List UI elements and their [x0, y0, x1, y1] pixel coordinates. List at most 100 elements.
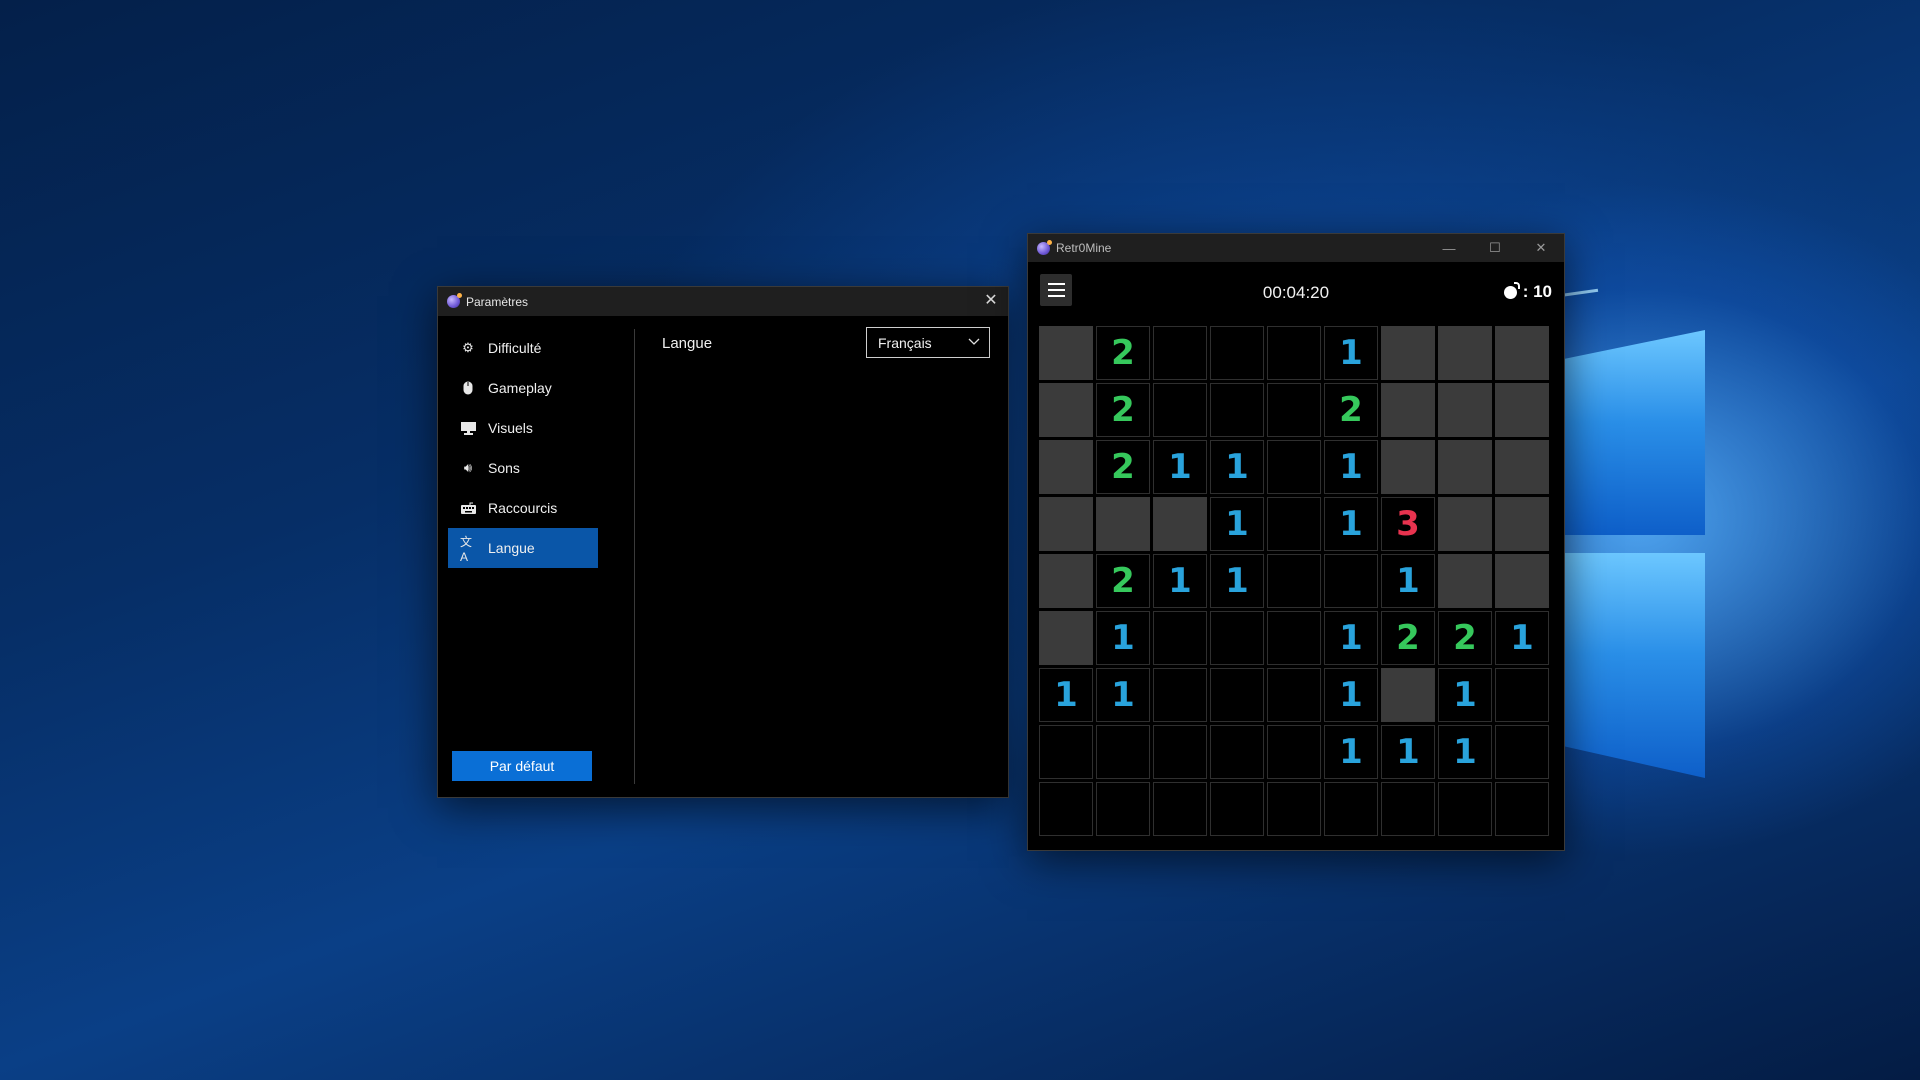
board-cell[interactable]: [1438, 782, 1492, 836]
board-cell[interactable]: 1: [1324, 326, 1378, 380]
minimize-button[interactable]: —: [1426, 234, 1472, 262]
board-cell[interactable]: [1438, 554, 1492, 608]
nav-item-difficulte[interactable]: ⚙ Difficulté: [448, 328, 598, 368]
nav-item-raccourcis[interactable]: Raccourcis: [448, 488, 598, 528]
mine-count: : 10: [1522, 282, 1552, 301]
board-cell[interactable]: 2: [1324, 383, 1378, 437]
board-cell[interactable]: [1210, 725, 1264, 779]
board-cell[interactable]: 1: [1324, 611, 1378, 665]
board-cell[interactable]: 1: [1438, 725, 1492, 779]
board-cell[interactable]: [1438, 326, 1492, 380]
board-cell[interactable]: 3: [1381, 497, 1435, 551]
board-cell[interactable]: [1267, 725, 1321, 779]
board-cell[interactable]: [1267, 554, 1321, 608]
board-cell[interactable]: [1381, 383, 1435, 437]
board-cell[interactable]: 1: [1210, 440, 1264, 494]
board-cell[interactable]: [1267, 668, 1321, 722]
board-cell[interactable]: [1153, 611, 1207, 665]
close-icon[interactable]: ✕: [982, 292, 1000, 310]
nav-item-sons[interactable]: 🔊︎ Sons: [448, 448, 598, 488]
board-cell[interactable]: [1381, 440, 1435, 494]
board-cell[interactable]: 2: [1096, 383, 1150, 437]
board-cell[interactable]: [1039, 725, 1093, 779]
board-cell[interactable]: [1495, 725, 1549, 779]
board-cell[interactable]: [1039, 440, 1093, 494]
board-cell[interactable]: 2: [1381, 611, 1435, 665]
gear-icon: ⚙: [462, 340, 474, 355]
board-cell[interactable]: 1: [1153, 554, 1207, 608]
board-cell[interactable]: [1495, 440, 1549, 494]
board-cell[interactable]: [1438, 497, 1492, 551]
board-cell[interactable]: [1210, 668, 1264, 722]
board-cell[interactable]: 1: [1210, 554, 1264, 608]
board-cell[interactable]: [1267, 782, 1321, 836]
language-select[interactable]: Français: [866, 327, 990, 358]
board-cell[interactable]: [1210, 383, 1264, 437]
board-cell[interactable]: 1: [1096, 668, 1150, 722]
board-cell[interactable]: [1153, 383, 1207, 437]
board-cell[interactable]: [1267, 326, 1321, 380]
board-cell[interactable]: [1153, 326, 1207, 380]
board-cell[interactable]: 1: [1438, 668, 1492, 722]
reset-default-button[interactable]: Par défaut: [452, 751, 592, 781]
board-cell[interactable]: 1: [1324, 725, 1378, 779]
board-cell[interactable]: [1039, 782, 1093, 836]
board-cell[interactable]: [1039, 554, 1093, 608]
nav-item-label: Raccourcis: [488, 500, 558, 516]
board-cell[interactable]: 1: [1495, 611, 1549, 665]
board-cell[interactable]: [1210, 782, 1264, 836]
app-logo-icon: [1037, 239, 1052, 255]
board-cell[interactable]: 1: [1324, 668, 1378, 722]
board-cell[interactable]: 1: [1153, 440, 1207, 494]
board-cell[interactable]: [1096, 497, 1150, 551]
board-cell[interactable]: [1039, 326, 1093, 380]
board-cell[interactable]: [1495, 326, 1549, 380]
board-cell[interactable]: 2: [1096, 440, 1150, 494]
board-cell[interactable]: [1495, 383, 1549, 437]
nav-item-gameplay[interactable]: Gameplay: [448, 368, 598, 408]
board-cell[interactable]: [1096, 782, 1150, 836]
board-cell[interactable]: [1495, 782, 1549, 836]
board-cell[interactable]: [1153, 725, 1207, 779]
board-cell[interactable]: [1495, 554, 1549, 608]
nav-item-langue[interactable]: 文A Langue: [448, 528, 598, 568]
board-cell[interactable]: [1381, 782, 1435, 836]
board-cell[interactable]: 2: [1438, 611, 1492, 665]
board-cell[interactable]: 2: [1096, 554, 1150, 608]
board-cell[interactable]: [1039, 611, 1093, 665]
board-cell[interactable]: [1324, 554, 1378, 608]
board-cell[interactable]: 1: [1324, 440, 1378, 494]
board-cell[interactable]: [1096, 725, 1150, 779]
board-cell[interactable]: [1381, 668, 1435, 722]
board-cell[interactable]: [1438, 440, 1492, 494]
board-cell[interactable]: [1324, 782, 1378, 836]
board-cell[interactable]: [1210, 611, 1264, 665]
close-button[interactable]: ✕: [1518, 234, 1564, 262]
board-cell[interactable]: [1267, 383, 1321, 437]
board-cell[interactable]: [1153, 668, 1207, 722]
board-cell[interactable]: [1210, 326, 1264, 380]
board-cell[interactable]: 1: [1381, 554, 1435, 608]
board-cell[interactable]: [1495, 497, 1549, 551]
board-cell[interactable]: [1267, 440, 1321, 494]
nav-item-visuels[interactable]: Visuels: [448, 408, 598, 448]
board-cell[interactable]: [1267, 497, 1321, 551]
board-cell[interactable]: 1: [1324, 497, 1378, 551]
board-cell[interactable]: [1039, 383, 1093, 437]
game-titlebar[interactable]: Retr0Mine — ☐ ✕: [1028, 234, 1564, 262]
board-cell[interactable]: 1: [1039, 668, 1093, 722]
board-cell[interactable]: 1: [1210, 497, 1264, 551]
maximize-button[interactable]: ☐: [1472, 234, 1518, 262]
board-cell[interactable]: [1438, 383, 1492, 437]
board-cell[interactable]: [1153, 497, 1207, 551]
board-cell[interactable]: [1495, 668, 1549, 722]
board-cell[interactable]: 1: [1096, 611, 1150, 665]
board-cell[interactable]: [1039, 497, 1093, 551]
board-cell[interactable]: [1153, 782, 1207, 836]
board-cell[interactable]: 2: [1096, 326, 1150, 380]
board-cell[interactable]: 1: [1381, 725, 1435, 779]
language-label: Langue: [662, 335, 713, 352]
board-cell[interactable]: [1381, 326, 1435, 380]
settings-titlebar[interactable]: Paramètres ✕: [438, 287, 1008, 316]
board-cell[interactable]: [1267, 611, 1321, 665]
